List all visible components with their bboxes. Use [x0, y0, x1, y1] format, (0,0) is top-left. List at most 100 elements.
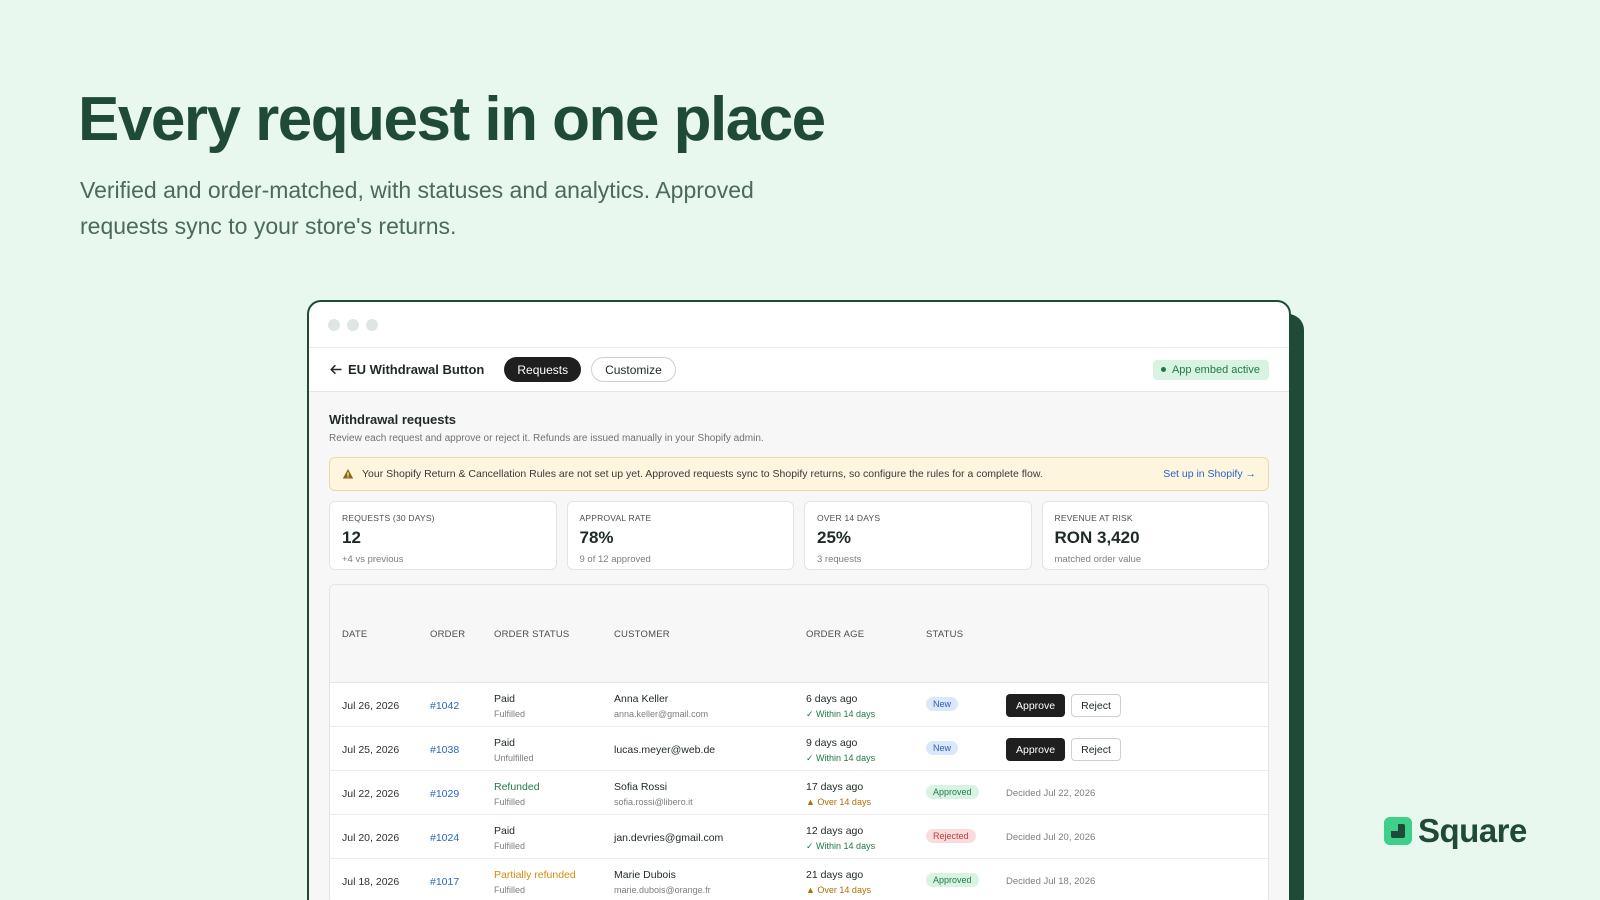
order-age-value: 12 days ago	[806, 825, 864, 837]
setup-shopify-link[interactable]: Set up in Shopify →	[1163, 468, 1256, 480]
order-age: 21 days ago ▲ Over 14 days	[806, 869, 871, 895]
order-link[interactable]: #1038	[430, 744, 459, 756]
customer: lucas.meyer@web.de	[614, 744, 715, 756]
decision-date: Decided Jul 20, 2026	[1006, 832, 1096, 843]
window-status: ▲ Over 14 days	[806, 885, 871, 895]
customer: Sofia Rossi sofia.rossi@libero.it	[614, 781, 693, 807]
stats-row: REQUESTS (30 DAYS) 12 +4 vs previous APP…	[329, 501, 1269, 570]
customer-email: sofia.rossi@libero.it	[614, 797, 693, 807]
stat-label: REVENUE AT RISK	[1054, 513, 1133, 523]
stat-card: REQUESTS (30 DAYS) 12 +4 vs previous	[329, 501, 557, 570]
brand-name: Square	[1418, 812, 1527, 849]
order-status: Paid Fulfilled	[494, 693, 525, 719]
back-link[interactable]: EU Withdrawal Button	[329, 362, 484, 377]
column-header-date[interactable]: DATE	[342, 629, 367, 640]
page-title: Withdrawal requests	[329, 412, 457, 427]
warning-icon: ▲	[806, 797, 818, 807]
hero-subtitle: Verified and order-matched, with statuse…	[80, 177, 754, 239]
window-status-text: Over 14 days	[817, 797, 871, 807]
decision-date: Decided Jul 22, 2026	[1006, 788, 1096, 799]
stat-label: APPROVAL RATE	[579, 513, 652, 523]
request-status: Approved	[926, 873, 979, 887]
alert-message: Your Shopify Return & Cancellation Rules…	[362, 468, 1043, 480]
column-header-customer[interactable]: CUSTOMER	[614, 629, 670, 640]
status-badge: New	[926, 697, 959, 711]
order-link[interactable]: #1029	[430, 788, 459, 800]
payment-status: Refunded	[494, 781, 540, 793]
request-status: Rejected	[926, 829, 976, 843]
payment-status: Paid	[494, 737, 516, 749]
order-age-value: 6 days ago	[806, 693, 858, 705]
approve-button[interactable]: Approve	[1006, 738, 1066, 761]
column-header-order-status[interactable]: ORDER STATUS	[494, 629, 569, 640]
stat-label: REQUESTS (30 DAYS)	[342, 513, 435, 523]
warning-icon	[342, 469, 354, 479]
order-age: 6 days ago ✓ Within 14 days	[806, 693, 875, 720]
approve-button[interactable]: Approve	[1006, 694, 1066, 717]
stat-value: 12	[342, 528, 361, 547]
reject-button[interactable]: Reject	[1071, 694, 1121, 717]
request-date: Jul 18, 2026	[342, 876, 400, 888]
order-link[interactable]: #1017	[430, 876, 459, 888]
status-badge: Rejected	[926, 829, 976, 843]
window-titlebar	[309, 302, 1289, 348]
row-actions: Approve Reject	[1006, 738, 1121, 761]
table-row: Jul 20, 2026 #1024 Paid Fulfilled jan.de…	[330, 815, 1268, 859]
stat-note: +4 vs previous	[342, 554, 404, 565]
request-status: Approved	[926, 785, 979, 799]
stat-note: 9 of 12 approved	[579, 554, 651, 565]
status-badge: New	[926, 741, 959, 755]
order-link[interactable]: #1042	[430, 700, 459, 712]
window-dot-icon	[328, 319, 340, 331]
payment-status: Paid	[494, 693, 516, 705]
reject-button[interactable]: Reject	[1071, 738, 1121, 761]
setup-alert: Your Shopify Return & Cancellation Rules…	[329, 457, 1269, 491]
fulfillment-status: Fulfilled	[494, 841, 526, 851]
window-status: ▲ Over 14 days	[806, 797, 871, 807]
table-row: Jul 25, 2026 #1038 Paid Unfulfilled luca…	[330, 727, 1268, 771]
window-dot-icon	[347, 319, 359, 331]
fulfillment-status: Fulfilled	[494, 885, 526, 895]
request-date: Jul 22, 2026	[342, 788, 400, 800]
window-status: ✓ Within 14 days	[806, 841, 876, 851]
request-date: Jul 25, 2026	[342, 744, 400, 756]
window-status: ✓ Within 14 days	[806, 753, 876, 763]
arrow-left-icon	[330, 364, 342, 375]
hero-title: Every request in one place	[78, 85, 826, 154]
order-status: Partially refunded Fulfilled	[494, 869, 576, 895]
stat-card: OVER 14 DAYS 25% 3 requests	[804, 501, 1032, 570]
tab-requests[interactable]: Requests	[504, 357, 582, 382]
column-header-order[interactable]: ORDER	[430, 629, 465, 640]
order-age: 17 days ago ▲ Over 14 days	[806, 781, 871, 807]
embed-badge-label: App embed active	[1171, 363, 1260, 376]
table-row: Jul 22, 2026 #1029 Refunded Fulfilled So…	[330, 771, 1268, 815]
customer: Marie Dubois marie.dubois@orange.fr	[614, 869, 711, 895]
column-header-status[interactable]: STATUS	[926, 629, 963, 640]
stat-note: 3 requests	[817, 554, 862, 565]
brand-logo: Square	[1384, 812, 1527, 850]
status-dot-icon	[1160, 367, 1166, 372]
decision-date: Decided Jul 18, 2026	[1006, 876, 1096, 887]
app-header: EU Withdrawal Button Requests Customize …	[309, 348, 1289, 392]
table-row: Jul 26, 2026 #1042 Paid Fulfilled Anna K…	[330, 683, 1268, 727]
page-description: Review each request and approve or rejec…	[329, 433, 764, 444]
column-header-order-age[interactable]: ORDER AGE	[806, 629, 864, 640]
order-link[interactable]: #1024	[430, 832, 459, 844]
fulfillment-status: Fulfilled	[494, 709, 526, 719]
fulfillment-status: Unfulfilled	[494, 753, 534, 763]
tab-customize[interactable]: Customize	[591, 357, 676, 382]
request-date: Jul 20, 2026	[342, 832, 400, 844]
request-date: Jul 26, 2026	[342, 700, 400, 712]
customer: jan.devries@gmail.com	[614, 832, 723, 844]
customer-email: lucas.meyer@web.de	[614, 744, 716, 756]
stat-card: APPROVAL RATE 78% 9 of 12 approved	[566, 501, 794, 570]
window-status-text: Over 14 days	[817, 885, 871, 895]
order-age-value: 21 days ago	[806, 869, 864, 881]
payment-status: Paid	[494, 825, 516, 837]
stat-card: REVENUE AT RISK RON 3,420 matched order …	[1041, 501, 1269, 570]
app-window: EU Withdrawal Button Requests Customize …	[307, 300, 1291, 900]
order-status: Refunded Fulfilled	[494, 781, 540, 807]
order-age-value: 17 days ago	[806, 781, 864, 793]
status-badge: Approved	[926, 873, 979, 887]
table-row: Jul 18, 2026 #1017 Partially refunded Fu…	[330, 859, 1268, 900]
